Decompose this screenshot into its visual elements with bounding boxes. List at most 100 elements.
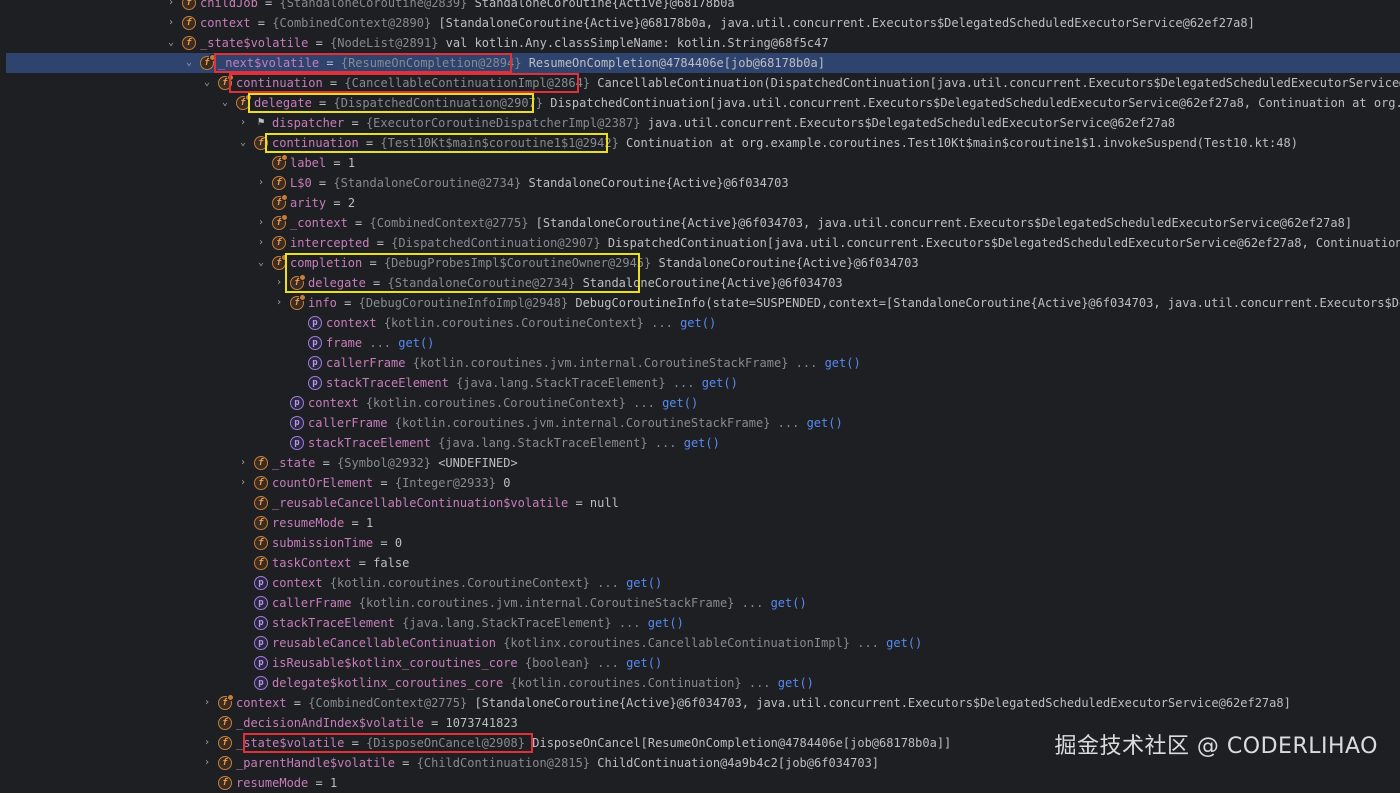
getter-link[interactable]: get() [825,356,861,370]
row-text: frame ... get() [326,333,434,353]
tree-row[interactable]: p stackTraceElement {java.lang.StackTrace… [0,433,1400,453]
expand-arrow-icon[interactable]: › [164,13,178,33]
tree-row[interactable]: p isReusable$kotlinx_coroutines_core {boo… [0,653,1400,673]
tree-row[interactable]: › f info = {DebugCoroutineInfoImpl@2948} D… [0,293,1400,313]
collapse-arrow-icon[interactable]: ⌄ [218,93,232,113]
getter-link[interactable]: get() [807,416,843,430]
getter-link[interactable]: get() [771,596,807,610]
expand-arrow-icon[interactable]: › [272,273,286,293]
variable-name: _next$volatile [218,56,320,70]
tree-row[interactable]: ⌄ f continuation = {CancellableContinuatio… [0,73,1400,93]
tree-row[interactable]: f _reusableCancellableContinuation$volati… [0,493,1400,513]
collapse-arrow-icon[interactable]: ⌄ [236,133,250,153]
tree-row[interactable]: p stackTraceElement {java.lang.StackTrace… [0,373,1400,393]
tree-row[interactable]: ⌄ f _state$volatile = {NodeList@2891} val … [0,33,1400,53]
getter-link[interactable]: get() [778,676,814,690]
tree-row[interactable]: p stackTraceElement {java.lang.StackTrace… [0,613,1400,633]
tree-row[interactable]: ⌄ f continuation = {Test10Kt$main$coroutin… [0,133,1400,153]
expand-arrow-icon[interactable]: › [200,753,214,773]
debugger-variables-tree: › f childJob = {StandaloneCoroutine@2839} … [0,0,1400,790]
variable-name: resumeMode [236,776,309,790]
getter-link[interactable]: get() [626,576,662,590]
ellipsis: ... [741,596,764,610]
tree-row[interactable]: f resumeMode = 1 [0,773,1400,793]
collapse-arrow-icon[interactable]: ⌄ [200,73,214,93]
property-icon: p [254,576,268,590]
tree-row[interactable]: p context {kotlin.coroutines.CoroutineCon… [0,573,1400,593]
tree-row[interactable]: ⌄ f completion = {DebugProbesImpl$Coroutin… [0,253,1400,273]
variable-name: callerFrame [326,356,406,370]
expand-arrow-icon[interactable]: › [164,0,178,13]
variable-value: 1073741823 [445,716,518,730]
field-icon: f [272,176,286,190]
tree-row[interactable]: › f L$0 = {StandaloneCoroutine@2734} Stand… [0,173,1400,193]
tree-row[interactable]: f resumeMode = 1 [0,513,1400,533]
collapse-arrow-icon[interactable]: ⌄ [182,53,196,73]
getter-link[interactable]: get() [626,656,662,670]
row-text: context {kotlin.coroutines.CoroutineCont… [326,313,716,333]
tree-row[interactable]: p delegate$kotlinx_coroutines_core {kotli… [0,673,1400,693]
field-icon: f [182,36,196,50]
tree-row[interactable]: › f _context = {CombinedContext@2775} [Sta… [0,213,1400,233]
tree-row[interactable]: p reusableCancellableContinuation {kotlin… [0,633,1400,653]
tree-row[interactable]: › f intercepted = {DispatchedContinuation@… [0,233,1400,253]
equals-sign: = [326,156,348,170]
variable-value: null [589,496,619,510]
row-text: delegate = {DispatchedContinuation@2907}… [254,93,1400,113]
getter-link[interactable]: get() [680,316,716,330]
property-icon: p [308,356,322,370]
tree-row[interactable]: f label = 1 [0,153,1400,173]
expand-arrow-icon[interactable]: › [272,293,286,313]
expand-arrow-icon[interactable]: › [254,233,268,253]
expand-arrow-icon[interactable]: › [200,733,214,753]
final-field-icon: f [200,54,216,70]
field-icon: f [254,476,268,490]
equals-sign: = [362,256,384,270]
field-icon: f [182,16,196,30]
tree-row[interactable]: p context {kotlin.coroutines.CoroutineCon… [0,313,1400,333]
getter-link[interactable]: get() [648,616,684,630]
tree-row[interactable]: › f delegate = {StandaloneCoroutine@2734} … [0,273,1400,293]
equals-sign: = [369,236,392,250]
expand-arrow-icon[interactable]: › [200,693,214,713]
variable-value: StandaloneCoroutine{Active}@6f034703 [528,176,789,190]
getter-link[interactable]: get() [886,636,922,650]
tree-row[interactable]: p callerFrame {kotlin.coroutines.jvm.inte… [0,413,1400,433]
expand-arrow-icon[interactable]: › [236,113,250,133]
equals-sign: = [322,76,345,90]
variable-value: java.util.concurrent.Executors$Delegated… [647,116,1176,130]
getter-link[interactable]: get() [662,396,698,410]
variable-name: resumeMode [272,516,345,530]
tree-row[interactable]: › ⚑ dispatcher = {ExecutorCoroutineDispatc… [0,113,1400,133]
expand-arrow-icon[interactable]: › [254,173,268,193]
collapse-arrow-icon[interactable]: ⌄ [254,253,268,273]
tree-row[interactable]: p context {kotlin.coroutines.CoroutineCon… [0,393,1400,413]
tree-row[interactable]: f taskContext = false [0,553,1400,573]
equals-sign: = [250,16,273,30]
tree-row[interactable]: › f context = {CombinedContext@2775} [Stan… [0,693,1400,713]
variable-name: context [200,16,251,30]
collapse-arrow-icon[interactable]: ⌄ [164,33,178,53]
getter-link[interactable]: get() [684,436,720,450]
expand-arrow-icon[interactable]: › [254,213,268,233]
tree-row[interactable]: p frame ... get() [0,333,1400,353]
tree-row[interactable]: › f _state = {Symbol@2932} <UNDEFINED> [0,453,1400,473]
tree-row[interactable]: ⌄ f _next$volatile = {ResumeOnCompletion@2… [6,53,1400,73]
expand-arrow-icon[interactable]: › [236,453,250,473]
row-text: dispatcher = {ExecutorCoroutineDispatche… [272,113,1175,133]
tree-row[interactable]: › f context = {CombinedContext@2890} [Stan… [0,13,1400,33]
variable-name: _state [272,456,316,470]
getter-link[interactable]: get() [398,336,434,350]
equals-sign: = [568,496,590,510]
tree-row[interactable]: › f childJob = {StandaloneCoroutine@2839} … [0,0,1400,13]
tree-row[interactable]: f arity = 2 [0,193,1400,213]
tree-row[interactable]: p callerFrame {kotlin.coroutines.jvm.inte… [0,593,1400,613]
tree-row[interactable]: f submissionTime = 0 [0,533,1400,553]
tree-row[interactable]: ⌄ f delegate = {DispatchedContinuation@290… [0,93,1400,113]
tree-row[interactable]: p callerFrame {kotlin.coroutines.jvm.inte… [0,353,1400,373]
equals-sign: = [308,36,331,50]
tree-row[interactable]: › f countOrElement = {Integer@2933} 0 [0,473,1400,493]
getter-link[interactable]: get() [702,376,738,390]
expand-arrow-icon[interactable]: › [236,473,250,493]
property-icon: p [254,596,268,610]
